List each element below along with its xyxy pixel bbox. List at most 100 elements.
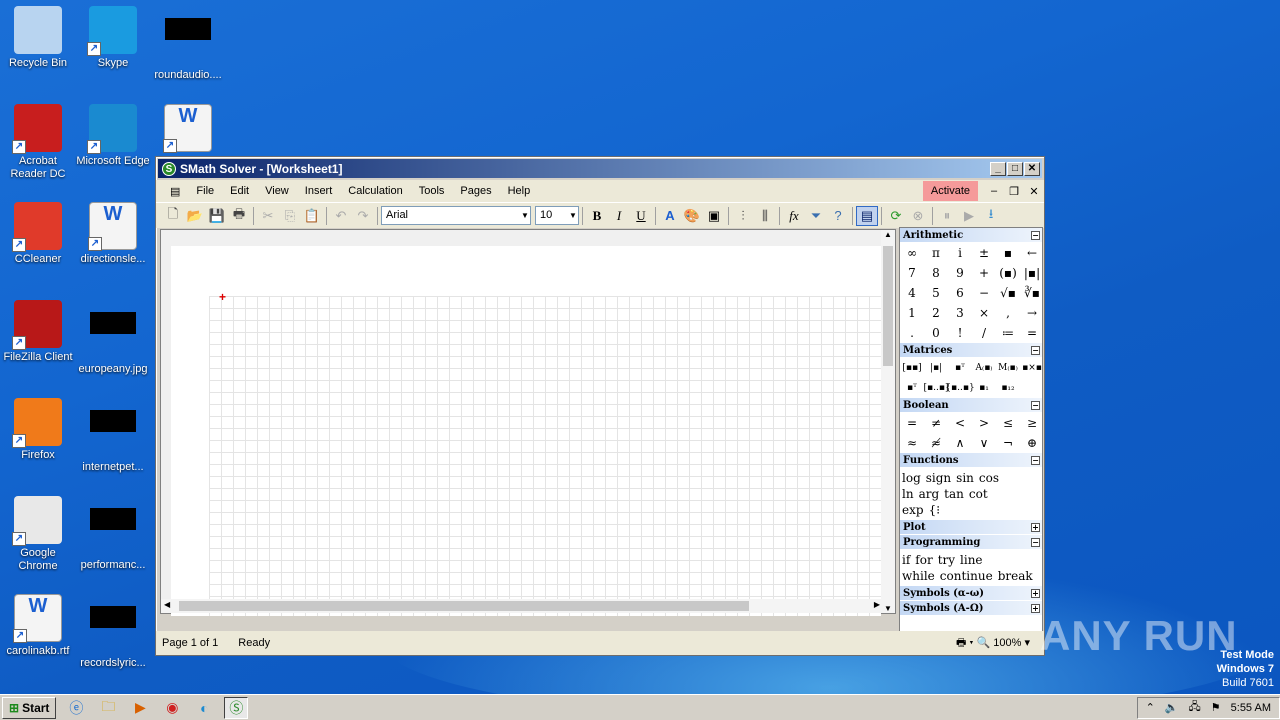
function-item[interactable]: sign [926, 471, 951, 485]
arithmetic-symbol[interactable]: √▪ [996, 283, 1020, 303]
functions-header[interactable]: Functions − [900, 453, 1042, 468]
play-icon[interactable]: ▶ [958, 206, 980, 226]
desktop-icon[interactable]: recordslyric... [75, 594, 151, 670]
desktop-icon[interactable]: W ↗ directionsle... [75, 202, 151, 266]
new-icon[interactable]: 🗋 [162, 206, 184, 226]
programming-item[interactable]: while [902, 569, 935, 583]
chrome-icon[interactable]: ◉ [160, 697, 184, 719]
menu-edit[interactable]: Edit [222, 185, 257, 197]
arithmetic-symbol[interactable]: − [972, 283, 996, 303]
palette-icon[interactable]: 🎨 [681, 206, 703, 226]
cut-icon[interactable]: ✂ [257, 206, 279, 226]
matrices-symbol[interactable]: A₍▪₎ [972, 358, 996, 378]
clock[interactable]: 5:55 AM [1231, 702, 1271, 714]
desktop-icon[interactable]: ↗ Acrobat Reader DC [0, 104, 76, 181]
plot-header[interactable]: Plot + [900, 520, 1042, 535]
desktop-icon[interactable]: ↗ Google Chrome [0, 496, 76, 573]
function-icon[interactable]: fx [783, 206, 805, 226]
explorer-icon[interactable]: 🗀 [96, 697, 120, 719]
arithmetic-header[interactable]: Arithmetic − [900, 228, 1042, 243]
tray-expand-icon[interactable]: ⌃ [1146, 701, 1155, 714]
matrices-symbol[interactable]: ▪×▪ [1020, 358, 1042, 378]
arithmetic-symbol[interactable]: ! [948, 323, 972, 343]
arithmetic-symbol[interactable]: 8 [924, 263, 948, 283]
arithmetic-symbol[interactable]: ∞ [900, 243, 924, 263]
matrices-symbol[interactable]: |▪| [924, 358, 948, 378]
media-player-icon[interactable]: ▶ [128, 697, 152, 719]
bold-button[interactable]: B [586, 206, 608, 226]
boolean-symbol[interactable]: ≠ [924, 413, 948, 433]
arithmetic-symbol[interactable]: 9 [948, 263, 972, 283]
programming-item[interactable]: line [960, 553, 983, 567]
open-icon[interactable]: 📂 [184, 206, 206, 226]
recalculate-icon[interactable]: ⟳ [885, 206, 907, 226]
matrices-symbol[interactable]: ▪₁₂ [996, 378, 1020, 398]
stop-icon[interactable]: ⊗ [907, 206, 929, 226]
function-item[interactable]: sin [956, 471, 974, 485]
maximize-button[interactable]: □ [1007, 161, 1023, 176]
boolean-header[interactable]: Boolean − [900, 398, 1042, 413]
boolean-symbol[interactable]: < [948, 413, 972, 433]
arithmetic-symbol[interactable]: ▪ [996, 243, 1020, 263]
matrices-symbol[interactable] [1020, 378, 1042, 398]
panel-toggle-icon[interactable]: ▤ [856, 205, 878, 226]
title-bar[interactable]: S SMath Solver - [Worksheet1] _ □ ✕ [158, 159, 1042, 178]
arithmetic-symbol[interactable]: 0 [924, 323, 948, 343]
desktop-icon[interactable]: roundaudio.... [150, 6, 226, 82]
activate-button[interactable]: Activate [922, 181, 978, 201]
desktop-icon[interactable]: Recycle Bin [0, 6, 76, 70]
function-item[interactable]: arg [919, 487, 940, 501]
desktop-icon[interactable]: ↗ CCleaner [0, 202, 76, 266]
programming-item[interactable]: if [902, 553, 910, 567]
flag-icon[interactable]: ⚑ [1211, 701, 1221, 714]
menu-file[interactable]: File [188, 185, 222, 197]
volume-icon[interactable]: 🔈 [1165, 701, 1179, 714]
smath-task-button[interactable]: Ⓢ [224, 696, 249, 719]
matrices-symbol[interactable]: ▪₁ [972, 378, 996, 398]
arithmetic-symbol[interactable]: i [948, 243, 972, 263]
programming-item[interactable]: break [998, 569, 1033, 583]
border-icon[interactable]: ▣ [703, 206, 725, 226]
arithmetic-symbol[interactable]: ← [1020, 243, 1042, 263]
symbols-upper-header[interactable]: Symbols (Α-Ω) + [900, 601, 1042, 616]
help-icon[interactable]: ? [827, 206, 849, 226]
function-item[interactable]: cot [969, 487, 988, 501]
desktop-icon[interactable]: ↗ Skype [75, 6, 151, 70]
font-name-select[interactable]: Arial ▼ [381, 206, 531, 225]
redo-icon[interactable]: ↷ [352, 206, 374, 226]
arithmetic-symbol[interactable]: / [972, 323, 996, 343]
boolean-symbol[interactable]: ⊕ [1020, 433, 1042, 453]
arithmetic-symbol[interactable]: , [996, 303, 1020, 323]
desktop-icon[interactable]: ↗ Microsoft Edge [75, 104, 151, 168]
arithmetic-symbol[interactable]: . [900, 323, 924, 343]
boolean-symbol[interactable]: > [972, 413, 996, 433]
programming-item[interactable]: continue [940, 569, 993, 583]
mdi-close-button[interactable]: ✕ [1024, 185, 1044, 198]
arithmetic-symbol[interactable]: 2 [924, 303, 948, 323]
arithmetic-symbol[interactable]: + [972, 263, 996, 283]
desktop-icon[interactable]: ↗ Firefox [0, 398, 76, 462]
programming-item[interactable]: for [915, 553, 932, 567]
function-item[interactable]: tan [944, 487, 964, 501]
vertical-scroll-thumb[interactable] [883, 246, 893, 366]
function-item[interactable]: log [902, 471, 921, 485]
menu-pages[interactable]: Pages [452, 185, 499, 197]
matrices-symbol[interactable]: ▪ᵀ [948, 358, 972, 378]
menu-calculation[interactable]: Calculation [340, 185, 410, 197]
arithmetic-symbol[interactable]: ± [972, 243, 996, 263]
arithmetic-symbol[interactable]: 5 [924, 283, 948, 303]
step-icon[interactable]: ⭳ [980, 206, 1002, 226]
symbols-lower-header[interactable]: Symbols (α-ω) + [900, 586, 1042, 601]
menu-tools[interactable]: Tools [411, 185, 453, 197]
mdi-minimize-button[interactable]: – [984, 185, 1004, 197]
font-size-select[interactable]: 10 ▼ [535, 206, 579, 225]
arithmetic-symbol[interactable]: ≔ [996, 323, 1020, 343]
vertical-scrollbar[interactable]: ▲ ▼ [881, 230, 895, 613]
align-vertical-icon[interactable]: ⫼ [754, 206, 776, 226]
boolean-symbol[interactable]: ∧ [948, 433, 972, 453]
underline-button[interactable]: U [630, 206, 652, 226]
pause-icon[interactable]: ⏸ [936, 206, 958, 226]
doc-menu-icon[interactable]: ▤ [162, 185, 188, 198]
desktop-icon[interactable]: performanc... [75, 496, 151, 572]
horizontal-scrollbar[interactable]: ◀ ▶ [161, 599, 883, 613]
